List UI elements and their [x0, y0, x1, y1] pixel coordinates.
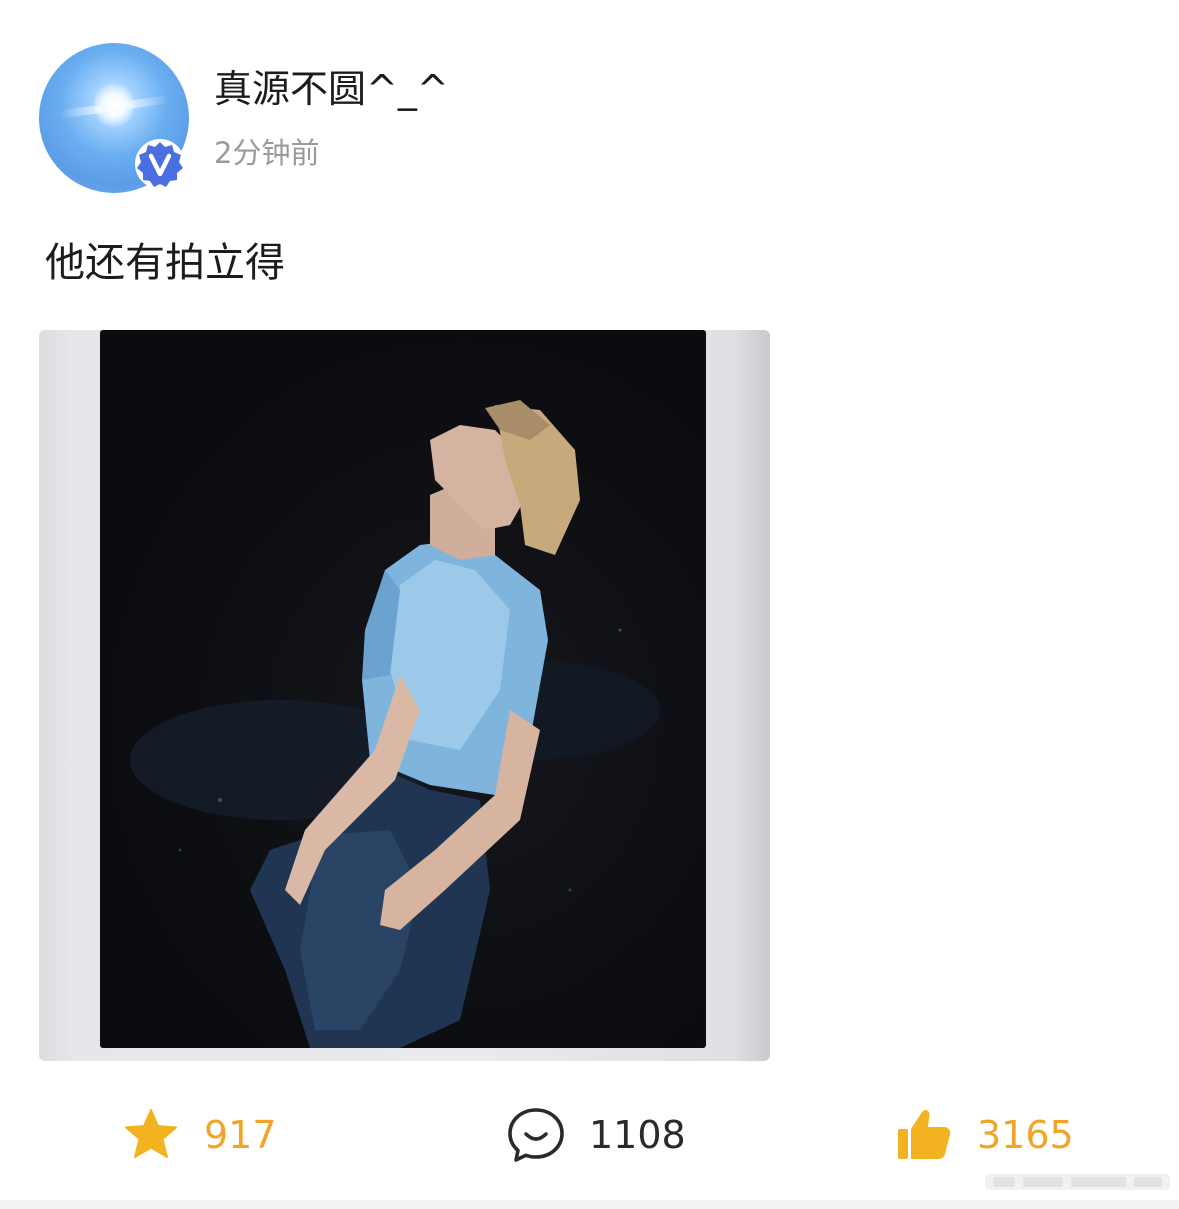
favorite-count: 917	[204, 1113, 277, 1157]
action-bar: 917 1108 3165	[0, 1090, 1179, 1180]
like-count: 3165	[977, 1113, 1074, 1157]
favorite-button[interactable]: 917	[122, 1090, 277, 1180]
comment-count: 1108	[589, 1113, 686, 1157]
like-button[interactable]: 3165	[895, 1090, 1074, 1180]
post-timestamp: 2分钟前	[214, 136, 320, 170]
post-photo[interactable]	[39, 330, 770, 1061]
thumbs-up-icon	[898, 1110, 951, 1159]
post-text: 他还有拍立得	[45, 240, 285, 286]
comment-button[interactable]: 1108	[507, 1090, 686, 1180]
verified-v-badge-icon	[135, 139, 185, 189]
author-name[interactable]: 真源不圆^_^	[214, 64, 449, 114]
bottom-divider	[0, 1200, 1179, 1209]
photo-illustration	[130, 400, 660, 1048]
watermark	[985, 1174, 1170, 1190]
post-card: 真源不圆^_^ 2分钟前 他还有拍立得 917 1108 3165	[0, 0, 1179, 1209]
speech-bubble-icon	[508, 1108, 564, 1162]
polaroid-image	[100, 330, 706, 1048]
star-icon	[125, 1109, 177, 1158]
avatar-light-glow	[94, 83, 134, 128]
